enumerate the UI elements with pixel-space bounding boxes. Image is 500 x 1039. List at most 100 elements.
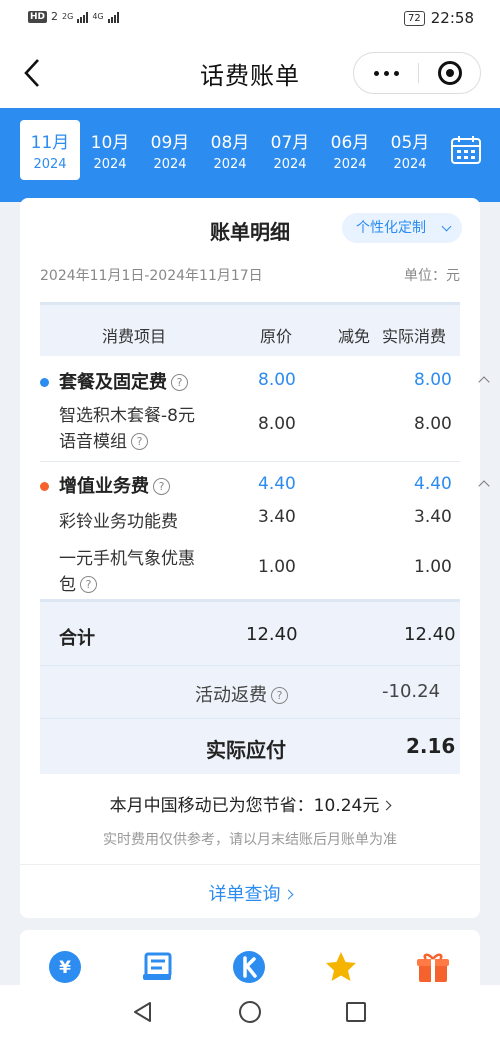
- help-icon[interactable]: ?: [153, 478, 170, 495]
- signal-icon: [77, 11, 89, 23]
- month-label: 07月: [270, 133, 310, 153]
- item-original: 3.40: [258, 507, 296, 527]
- collapse-icon[interactable]: [478, 376, 490, 388]
- nav-recents-icon[interactable]: [344, 1000, 368, 1024]
- rebate-row: 活动返费? -10.24: [40, 666, 460, 719]
- month-selector: 11月 2024 10月 2024 09月 2024 08月 2024 07月 …: [0, 108, 500, 202]
- savings-text: 本月中国移动已为您节省：10.24元: [109, 796, 380, 816]
- status-right: 72 22:58: [404, 9, 474, 27]
- customize-label: 个性化定制: [356, 220, 426, 236]
- year-label: 2024: [213, 157, 247, 172]
- col-item: 消费项目: [102, 327, 167, 346]
- group-dot: [40, 482, 49, 491]
- divider: [20, 864, 480, 865]
- close-miniapp-icon[interactable]: [438, 61, 462, 85]
- group-name-text: 套餐及固定费: [59, 372, 167, 393]
- fee-group-package: 套餐及固定费? 8.00 8.00 智选积木套餐-8元 语音模组? 8.00 8…: [40, 356, 490, 462]
- payable-row: 实际应付 2.16: [40, 719, 460, 774]
- year-label: 2024: [33, 157, 67, 172]
- group-actual: 4.40: [414, 474, 452, 494]
- month-label: 11月: [30, 133, 70, 153]
- customize-button[interactable]: 个性化定制: [342, 213, 462, 243]
- month-tab-10[interactable]: 10月 2024: [80, 120, 140, 180]
- month-label: 06月: [330, 133, 370, 153]
- nav-home-icon[interactable]: [238, 1000, 262, 1024]
- item-original: 8.00: [258, 414, 296, 434]
- group-actual: 8.00: [414, 370, 452, 390]
- month-tab-06[interactable]: 06月 2024: [320, 120, 380, 180]
- star-icon[interactable]: [324, 950, 358, 984]
- col-original: 原价: [260, 327, 293, 346]
- item-name-line2-text: 语音模组: [59, 432, 127, 452]
- month-tab-09[interactable]: 09月 2024: [140, 120, 200, 180]
- group-name-text: 增值业务费: [59, 476, 149, 497]
- year-label: 2024: [393, 157, 427, 172]
- more-icon[interactable]: [354, 53, 418, 93]
- capsule-divider: [418, 63, 419, 83]
- gift-icon[interactable]: [416, 950, 450, 984]
- item-name-line2-text: 包: [59, 575, 76, 595]
- detail-query-link[interactable]: 详单查询: [20, 880, 480, 906]
- fee-group-value-added: 增值业务费? 4.40 4.40 彩铃业务功能费 3.40 3.40 一元手机气…: [40, 462, 490, 602]
- chevron-down-icon: [441, 221, 452, 232]
- chevron-right-icon: [381, 800, 392, 811]
- help-icon[interactable]: ?: [271, 687, 288, 704]
- bill-list-icon[interactable]: [140, 950, 174, 984]
- month-tab-08[interactable]: 08月 2024: [200, 120, 260, 180]
- group-name: 套餐及固定费?: [59, 368, 188, 394]
- total-row: 合计 12.40 12.40: [40, 602, 460, 666]
- svg-text:¥: ¥: [59, 958, 71, 978]
- col-discount: 减免: [338, 327, 371, 346]
- month-tab-07[interactable]: 07月 2024: [260, 120, 320, 180]
- help-icon[interactable]: ?: [131, 433, 148, 450]
- month-tab-05[interactable]: 05月 2024: [380, 120, 440, 180]
- calendar-icon[interactable]: [450, 134, 482, 166]
- nav-back-icon[interactable]: [131, 1000, 155, 1024]
- item-original: 1.00: [258, 557, 296, 577]
- network-label-2: 4G: [92, 12, 104, 21]
- col-actual: 实际消费: [382, 327, 447, 346]
- miniapp-capsule: [353, 52, 481, 94]
- rebate-value: -10.24: [382, 681, 441, 702]
- status-left: HD 2 2G 4G: [28, 10, 119, 23]
- item-name-line2: 语音模组?: [59, 427, 148, 452]
- total-label: 合计: [59, 628, 95, 649]
- rebate-label: 活动返费?: [195, 681, 288, 707]
- group-original: 8.00: [258, 370, 296, 390]
- yuan-coin-icon[interactable]: ¥: [48, 950, 82, 984]
- year-label: 2024: [93, 157, 127, 172]
- group-original: 4.40: [258, 474, 296, 494]
- sim-label: 2: [51, 10, 59, 23]
- k-coin-icon[interactable]: [232, 950, 266, 984]
- collapse-icon[interactable]: [478, 480, 490, 492]
- savings-link[interactable]: 本月中国移动已为您节省：10.24元: [20, 791, 480, 816]
- month-label: 05月: [390, 133, 430, 153]
- unit-label: 单位：元: [404, 268, 460, 284]
- payable-value: 2.16: [406, 734, 456, 758]
- item-actual: 8.00: [414, 414, 452, 434]
- month-label: 08月: [210, 133, 250, 153]
- date-range: 2024年11月1日-2024年11月17日: [40, 268, 263, 284]
- help-icon[interactable]: ?: [171, 374, 188, 391]
- month-tab-11[interactable]: 11月 2024: [20, 120, 80, 180]
- group-name: 增值业务费?: [59, 472, 170, 498]
- help-icon[interactable]: ?: [80, 576, 97, 593]
- hd-badge: HD: [28, 10, 48, 23]
- bill-table: 消费项目 原价 减免 实际消费 套餐及固定费? 8.00 8.00 智选积木套餐…: [40, 302, 490, 774]
- network-label-1: 2G: [62, 12, 74, 21]
- year-label: 2024: [273, 157, 307, 172]
- item-actual: 1.00: [414, 557, 452, 577]
- status-bar: HD 2 2G 4G 72 22:58: [0, 0, 500, 38]
- item-name-line1: 一元手机气象优惠: [59, 549, 195, 569]
- bill-summary: 合计 12.40 12.40 活动返费? -10.24 实际应付 2.16: [40, 602, 460, 774]
- chevron-right-icon: [283, 889, 293, 900]
- disclaimer-note: 实时费用仅供参考，请以月末结账后月账单为准: [103, 832, 397, 848]
- rebate-label-text: 活动返费: [195, 685, 267, 706]
- group-dot: [40, 378, 49, 387]
- system-nav-bar: [0, 985, 500, 1039]
- signal-icon-2: [107, 11, 119, 23]
- item-actual: 3.40: [414, 507, 452, 527]
- year-label: 2024: [153, 157, 187, 172]
- app-header: 话费账单: [0, 38, 500, 108]
- month-label: 10月: [90, 133, 130, 153]
